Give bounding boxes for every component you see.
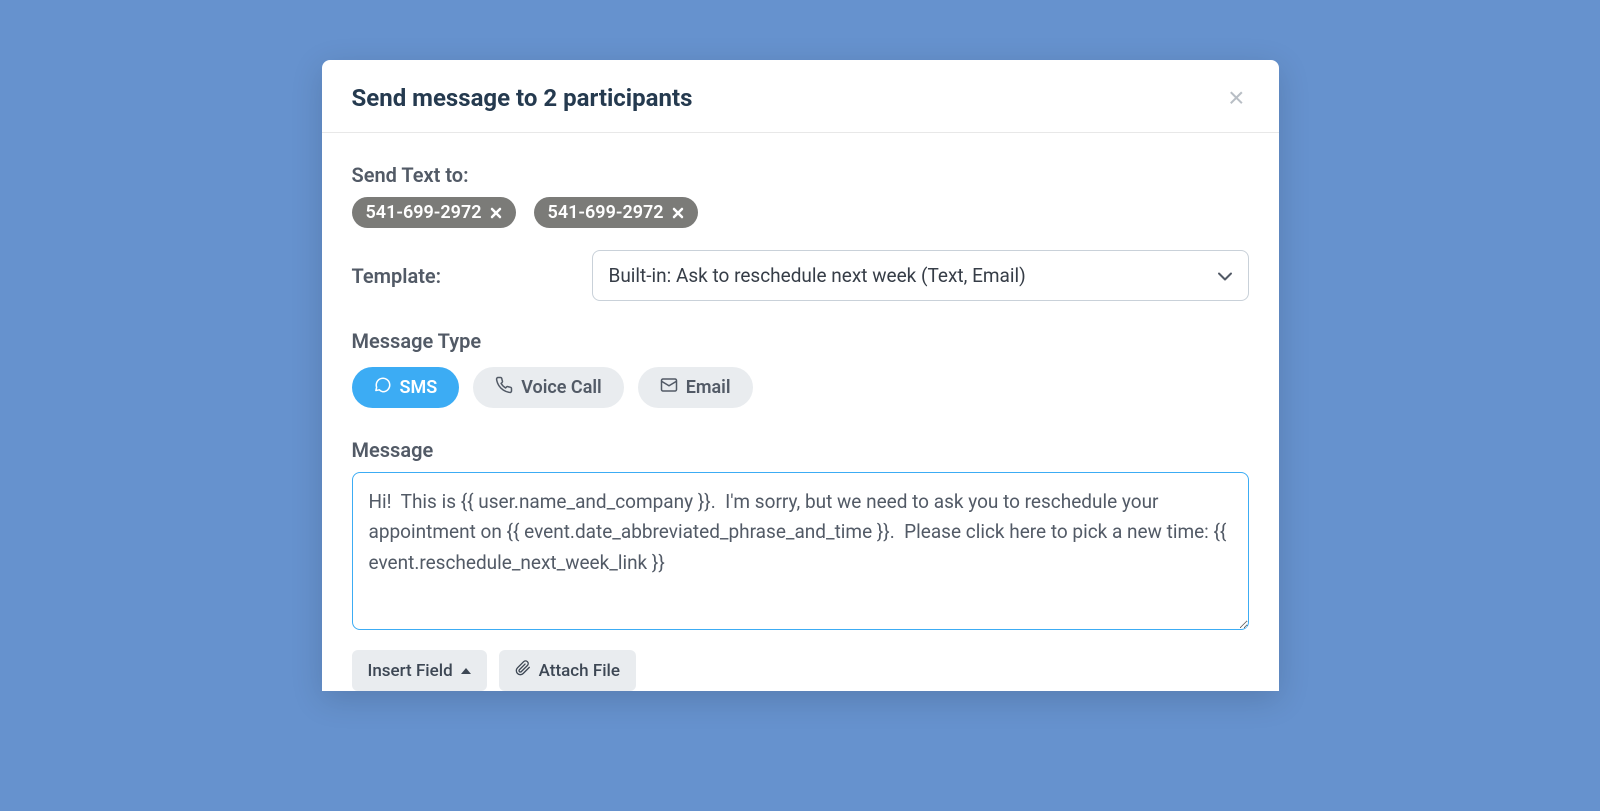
email-icon [660,376,678,399]
sms-icon [374,376,392,399]
message-type-label: Message Type [352,329,1249,353]
phone-icon [495,376,513,399]
insert-field-button[interactable]: Insert Field [352,650,487,691]
modal-title: Send message to 2 participants [352,84,693,112]
template-select-wrap: Built-in: Ask to reschedule next week (T… [592,250,1249,301]
remove-recipient-icon[interactable] [490,207,502,219]
send-to-label: Send Text to: [352,163,1249,187]
modal-header: Send message to 2 participants × [322,60,1279,133]
attach-file-button[interactable]: Attach File [499,650,636,691]
modal-body: Send Text to: 541-699-2972 541-699-2972 … [322,133,1279,691]
message-type-sms[interactable]: SMS [352,367,460,408]
close-button[interactable]: × [1224,84,1248,112]
recipient-number: 541-699-2972 [548,202,664,223]
pill-label: SMS [400,377,438,398]
recipient-chips: 541-699-2972 541-699-2972 [352,197,1249,228]
paperclip-icon [515,660,531,681]
template-select[interactable]: Built-in: Ask to reschedule next week (T… [592,250,1249,301]
pill-label: Voice Call [521,377,601,398]
template-label: Template: [352,264,572,288]
message-type-group: SMS Voice Call Email [352,367,1249,408]
recipient-chip[interactable]: 541-699-2972 [352,197,516,228]
recipient-chip[interactable]: 541-699-2972 [534,197,698,228]
recipient-number: 541-699-2972 [366,202,482,223]
caret-up-icon [461,668,471,674]
template-row: Template: Built-in: Ask to reschedule ne… [352,250,1249,301]
action-row: Insert Field Attach File [352,650,1249,691]
message-type-email[interactable]: Email [638,367,753,408]
remove-recipient-icon[interactable] [672,207,684,219]
message-label: Message [352,438,1249,462]
button-label: Attach File [539,661,620,681]
pill-label: Email [686,377,731,398]
message-type-voice[interactable]: Voice Call [473,367,623,408]
close-icon: × [1228,82,1244,113]
message-textarea[interactable] [352,472,1249,630]
send-message-modal: Send message to 2 participants × Send Te… [322,60,1279,691]
button-label: Insert Field [368,661,453,681]
